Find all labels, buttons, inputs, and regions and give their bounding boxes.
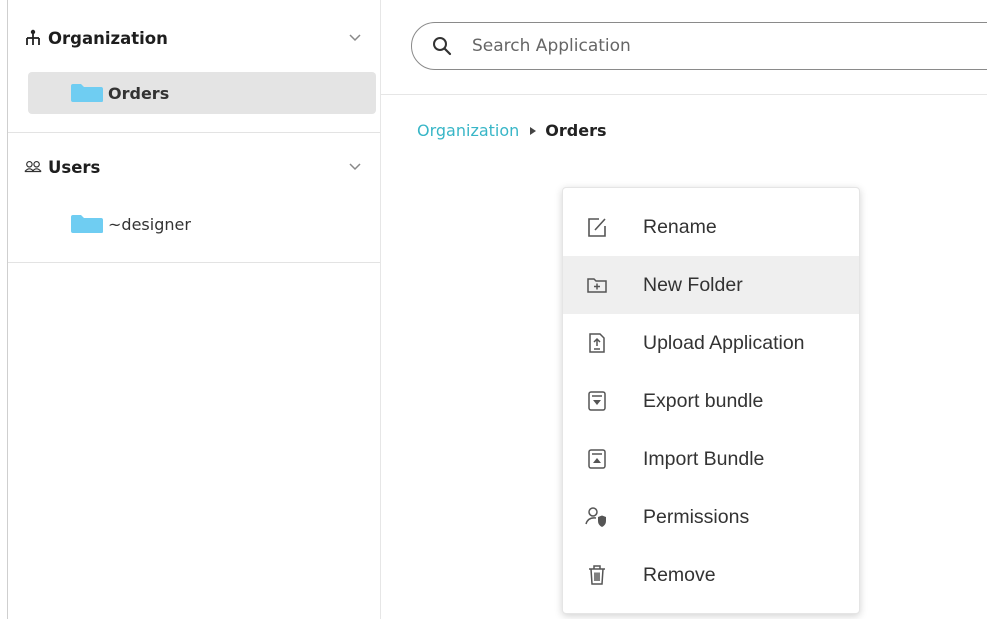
breadcrumb-link-organization[interactable]: Organization	[417, 121, 519, 140]
menu-item-rename[interactable]: Rename	[563, 198, 859, 256]
menu-item-new-folder[interactable]: New Folder	[563, 256, 859, 314]
search-bar	[411, 22, 987, 70]
users-title: Users	[48, 157, 101, 177]
menu-item-label: Remove	[643, 563, 716, 586]
menu-item-label: Permissions	[643, 505, 750, 528]
permissions-icon	[585, 505, 609, 529]
folder-item-orders[interactable]: Orders	[28, 72, 376, 114]
trash-icon	[585, 563, 609, 587]
org-tree-icon	[24, 29, 42, 47]
menu-item-permissions[interactable]: Permissions	[563, 488, 859, 546]
breadcrumb-current: Orders	[545, 121, 607, 140]
menu-item-remove[interactable]: Remove	[563, 546, 859, 604]
folder-item-designer[interactable]: ~designer	[28, 209, 376, 239]
breadcrumb: Organization Orders	[417, 121, 607, 140]
menu-item-label: Import Bundle	[643, 447, 765, 470]
menu-item-label: Rename	[643, 215, 717, 238]
search-icon	[433, 37, 452, 56]
menu-item-import-bundle[interactable]: Import Bundle	[563, 430, 859, 488]
window-edge	[0, 0, 8, 619]
folder-icon	[71, 215, 103, 233]
new-folder-icon	[585, 273, 609, 297]
organization-title: Organization	[48, 28, 168, 48]
folder-label: ~designer	[108, 214, 191, 234]
import-icon	[585, 447, 609, 471]
menu-item-upload-application[interactable]: Upload Application	[563, 314, 859, 372]
menu-item-label: Export bundle	[643, 389, 764, 412]
organization-header[interactable]: Organization	[24, 26, 380, 50]
menu-item-label: Upload Application	[643, 331, 805, 354]
users-section: Users ~designer	[8, 133, 380, 263]
users-icon	[24, 158, 42, 176]
edit-icon	[585, 215, 609, 239]
context-menu: Rename New Folder Upload Application Exp…	[562, 187, 860, 614]
upload-file-icon	[585, 331, 609, 355]
search-input[interactable]	[470, 35, 954, 57]
divider	[381, 94, 987, 95]
chevron-down-icon[interactable]	[348, 30, 362, 44]
menu-item-label: New Folder	[643, 273, 743, 296]
sidebar: Organization Orders Users ~designer	[8, 0, 381, 619]
menu-item-export-bundle[interactable]: Export bundle	[563, 372, 859, 430]
folder-icon	[71, 84, 103, 102]
folder-label: Orders	[108, 83, 170, 103]
caret-right-icon	[530, 126, 537, 135]
users-header[interactable]: Users	[24, 155, 380, 179]
organization-section: Organization Orders	[8, 0, 380, 133]
export-icon	[585, 389, 609, 413]
chevron-down-icon[interactable]	[348, 159, 362, 173]
